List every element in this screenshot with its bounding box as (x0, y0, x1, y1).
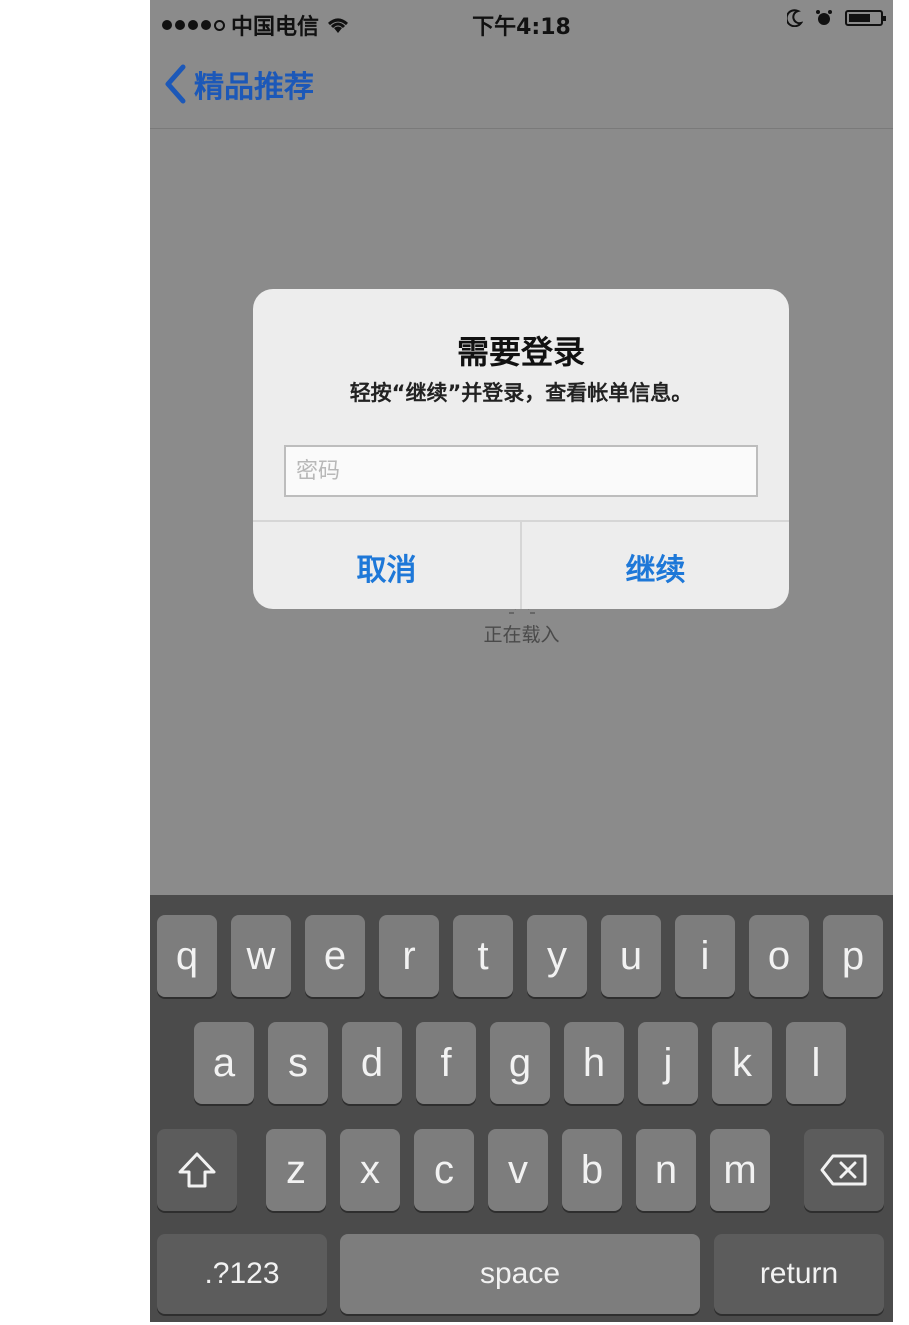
status-indicators (787, 9, 886, 27)
phone-screen: 中国电信 下午4:18 精品推荐 正在载入 需要登录 轻按“继续”并登录，查看帐… (150, 0, 893, 1322)
key-g[interactable]: g (490, 1022, 550, 1104)
key-q[interactable]: q (157, 915, 217, 997)
key-n[interactable]: n (636, 1129, 696, 1211)
alert-title: 需要登录 (456, 333, 585, 371)
cancel-button[interactable]: 取消 (253, 522, 520, 609)
key-o[interactable]: o (749, 915, 809, 997)
key-b[interactable]: b (562, 1129, 622, 1211)
keyboard: q w e r t y u i o p a s d f g h j k l z … (150, 895, 893, 1322)
shift-key[interactable] (157, 1129, 237, 1211)
space-key[interactable]: space (340, 1234, 700, 1314)
key-f[interactable]: f (416, 1022, 476, 1104)
key-k[interactable]: k (712, 1022, 772, 1104)
key-d[interactable]: d (342, 1022, 402, 1104)
back-button-label: 精品推荐 (194, 70, 314, 105)
key-p[interactable]: p (823, 915, 883, 997)
password-field[interactable] (284, 445, 758, 497)
password-input[interactable] (286, 447, 756, 495)
status-bar: 中国电信 下午4:18 (150, 0, 893, 44)
continue-button[interactable]: 继续 (520, 522, 789, 609)
alarm-icon (816, 10, 832, 25)
key-w[interactable]: w (231, 915, 291, 997)
shift-arrow-icon (178, 1152, 216, 1188)
key-v[interactable]: v (488, 1129, 548, 1211)
key-e[interactable]: e (305, 915, 365, 997)
alert-message: 轻按“继续”并登录，查看帐单信息。 (349, 381, 693, 405)
key-c[interactable]: c (414, 1129, 474, 1211)
key-u[interactable]: u (601, 915, 661, 997)
moon-icon (787, 9, 803, 27)
key-r[interactable]: r (379, 915, 439, 997)
navigation-bar: 精品推荐 (150, 44, 893, 129)
key-m[interactable]: m (710, 1129, 770, 1211)
status-time: 下午4:18 (472, 15, 571, 40)
backspace-icon (820, 1154, 867, 1186)
key-y[interactable]: y (527, 915, 587, 997)
alert-button-row: 取消 继续 (253, 520, 789, 609)
loading-label: 正在载入 (483, 624, 560, 646)
return-key[interactable]: return (714, 1234, 884, 1314)
key-i[interactable]: i (675, 915, 735, 997)
key-l[interactable]: l (786, 1022, 846, 1104)
key-x[interactable]: x (340, 1129, 400, 1211)
key-s[interactable]: s (268, 1022, 328, 1104)
backspace-key[interactable] (804, 1129, 884, 1211)
key-h[interactable]: h (564, 1022, 624, 1104)
numbers-key[interactable]: .?123 (157, 1234, 327, 1314)
key-a[interactable]: a (194, 1022, 254, 1104)
back-button[interactable]: 精品推荐 (162, 62, 314, 106)
login-alert: 需要登录 轻按“继续”并登录，查看帐单信息。 取消 继续 (253, 289, 789, 609)
key-t[interactable]: t (453, 915, 513, 997)
key-z[interactable]: z (266, 1129, 326, 1211)
key-j[interactable]: j (638, 1022, 698, 1104)
chevron-left-icon (165, 64, 186, 104)
battery-icon (845, 10, 886, 26)
